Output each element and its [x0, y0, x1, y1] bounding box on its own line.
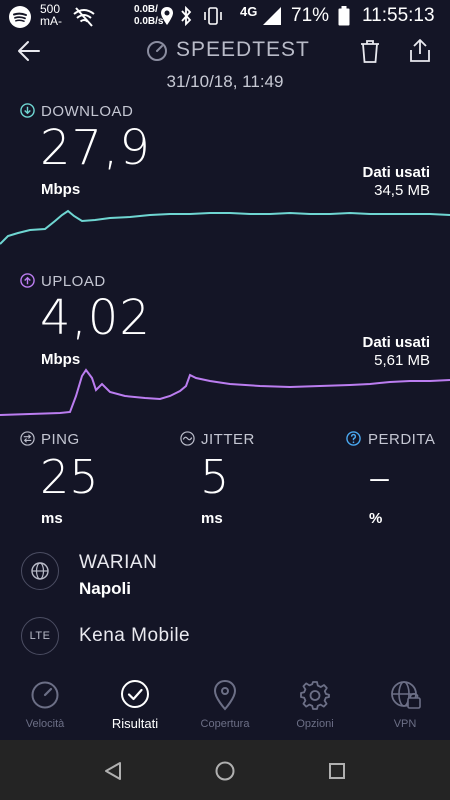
back-triangle-icon[interactable]	[102, 760, 124, 782]
upload-data-used-label: Dati usati	[362, 334, 430, 351]
share-icon[interactable]	[407, 37, 433, 63]
bottom-nav: Velocità Risultati Copertura Opzioni VPN	[0, 672, 450, 740]
provider-name: Kena Mobile	[79, 625, 191, 646]
download-graph	[0, 209, 450, 245]
upload-graph-line	[0, 368, 450, 416]
nav-label-copertura: Copertura	[200, 718, 250, 730]
vibrate-icon	[204, 7, 222, 25]
home-circle-icon[interactable]	[214, 760, 236, 782]
current-unit: mA-	[40, 14, 62, 28]
nav-label-opzioni: Opzioni	[296, 718, 334, 730]
jitter-unit: ms	[201, 510, 223, 527]
ping-icon	[20, 431, 35, 446]
battery-percent: 71%	[291, 5, 330, 26]
jitter-value: 5	[200, 450, 230, 504]
download-icon	[20, 103, 35, 118]
current-indicator: 500 mA-	[40, 3, 62, 27]
loss-label: PERDITA	[368, 431, 436, 448]
map-pin-icon	[213, 679, 237, 711]
download-label: DOWNLOAD	[41, 103, 134, 120]
battery-icon	[338, 6, 350, 26]
spotify-icon	[9, 6, 31, 28]
clock: 11:55:13	[362, 5, 435, 26]
nav-item-opzioni[interactable]: Opzioni	[270, 672, 360, 740]
check-circle-icon	[121, 680, 149, 708]
recents-square-icon[interactable]	[327, 761, 347, 781]
ping-value: 25	[40, 450, 99, 504]
download-data-used-label: Dati usati	[362, 164, 430, 181]
page-title: SPEEDTEST	[176, 38, 310, 61]
back-arrow-icon[interactable]	[16, 38, 42, 64]
gauge-icon	[147, 41, 167, 61]
bluetooth-icon	[181, 6, 192, 26]
server-city: Napoli	[79, 579, 131, 598]
help-icon[interactable]	[346, 431, 361, 446]
status-bar: 500 mA- 0.0B/ 0.0B/s 4G 71% 11:55:13	[0, 0, 450, 32]
upload-icon	[20, 273, 35, 288]
wifi-off-icon	[73, 7, 95, 27]
jitter-icon	[180, 431, 195, 446]
ping-unit: ms	[41, 510, 63, 527]
signal-icon	[263, 7, 281, 25]
nav-label-vpn: VPN	[393, 718, 417, 730]
upload-graph	[0, 368, 450, 416]
speedometer-icon	[31, 681, 59, 709]
download-value: 27,9	[40, 120, 151, 176]
server-name: WARIAN	[79, 552, 158, 573]
nav-item-vpn[interactable]: VPN	[360, 672, 450, 740]
loss-unit: %	[369, 510, 383, 527]
nav-label-risultati: Risultati	[111, 716, 159, 731]
gear-icon	[300, 681, 330, 710]
speedtest-logo	[146, 40, 170, 64]
test-date: 31/10/18, 11:49	[166, 72, 284, 91]
lte-badge: LTE	[21, 617, 59, 655]
nav-item-copertura[interactable]: Copertura	[180, 672, 270, 740]
download-graph-line	[0, 209, 450, 245]
loss-value: –	[368, 450, 391, 504]
ping-label: PING	[41, 431, 80, 448]
jitter-label: JITTER	[201, 431, 255, 448]
nav-label-velocita: Velocità	[25, 718, 65, 730]
location-icon	[161, 7, 173, 25]
nav-item-velocita[interactable]: Velocità	[0, 672, 90, 740]
network-type: 4G	[240, 4, 258, 19]
upload-value: 4,02	[40, 290, 151, 346]
nav-item-risultati[interactable]: Risultati	[90, 672, 180, 740]
system-nav-bar	[0, 740, 450, 800]
upload-label: UPLOAD	[41, 273, 106, 290]
trash-icon[interactable]	[358, 38, 382, 64]
lte-badge-label: LTE	[29, 630, 51, 642]
globe-icon	[31, 562, 49, 580]
server-globe-button	[21, 552, 59, 590]
vpn-globe-icon	[391, 681, 421, 709]
